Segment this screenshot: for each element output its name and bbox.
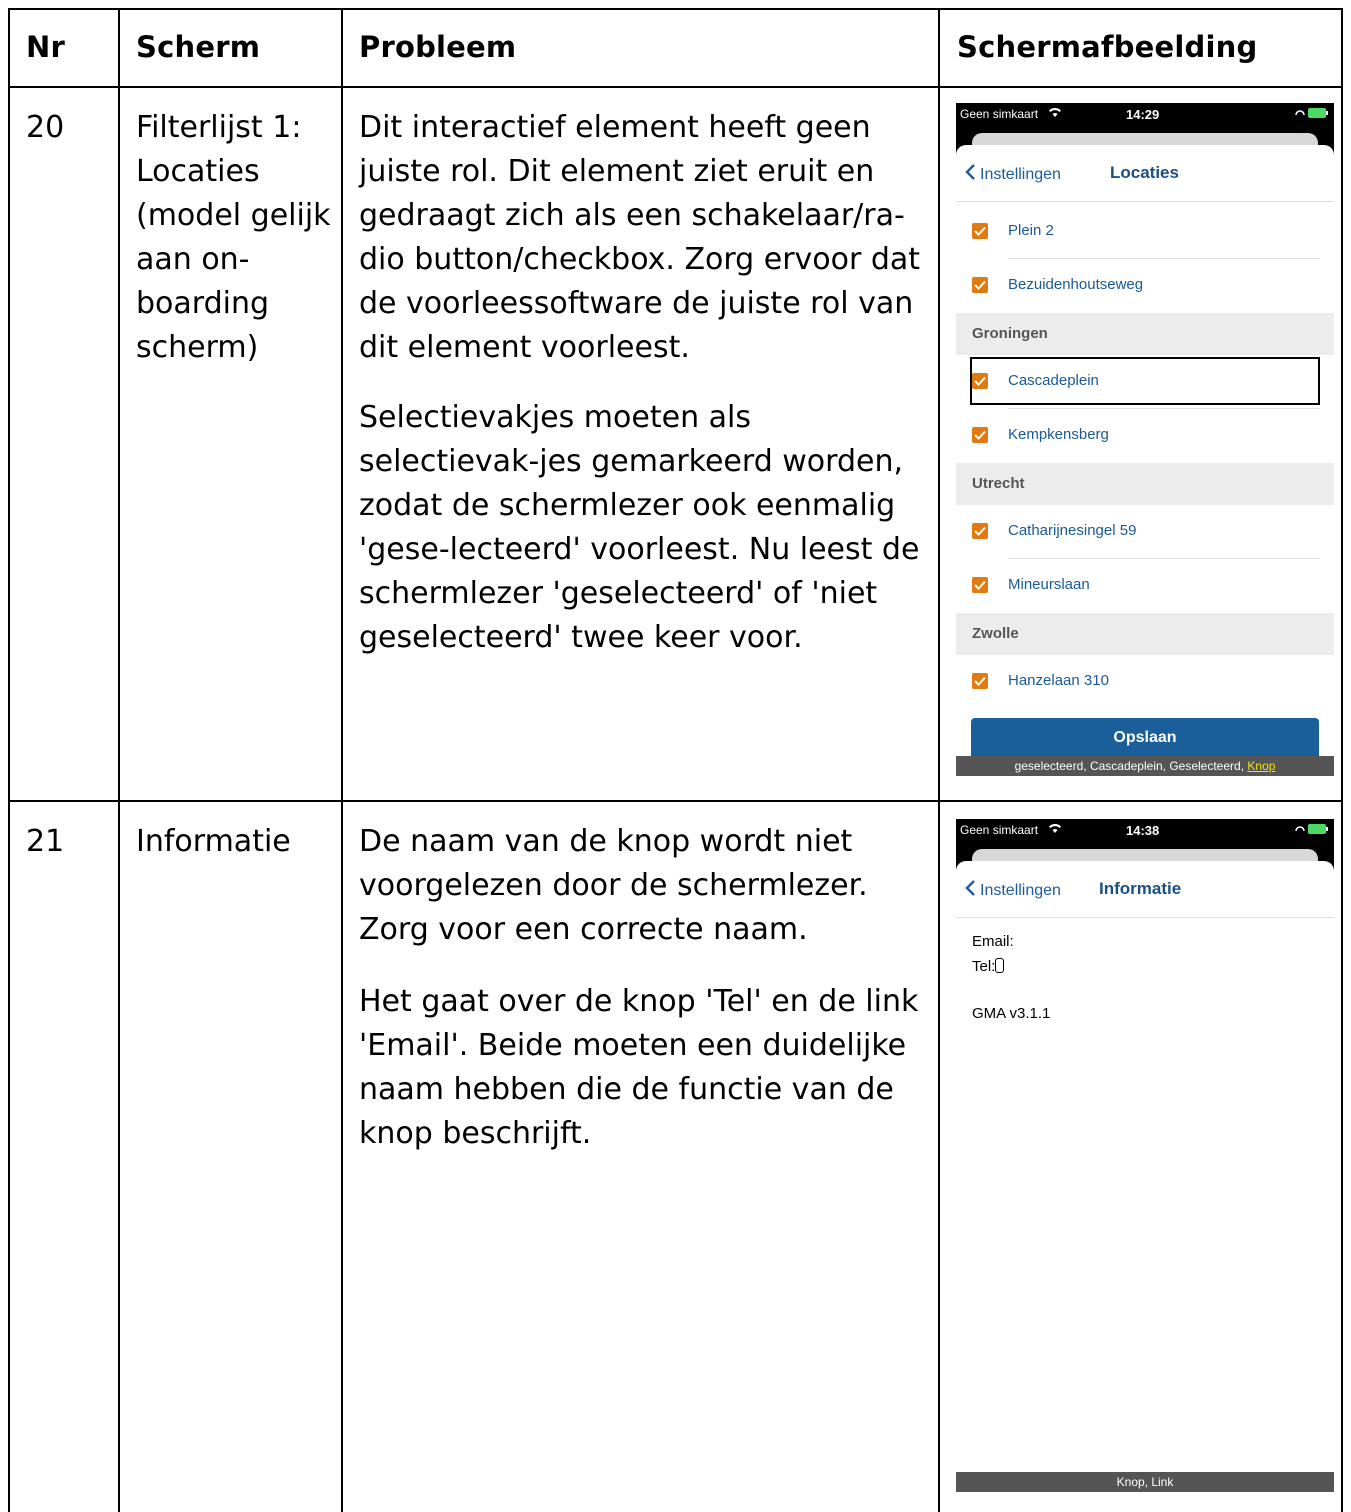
wifi-icon (1048, 822, 1062, 837)
back-label: Instellingen (980, 165, 1061, 183)
status-bar: Geen simkaart 14:29 (956, 103, 1334, 133)
tel-button[interactable]: Tel: (972, 958, 1005, 975)
page-title: Informatie (1099, 879, 1182, 898)
page-title: Locaties (1110, 163, 1179, 182)
save-button[interactable]: Opslaan (971, 718, 1319, 758)
row-screen-name: Filterlijst 1: Locaties (model gelijk aa… (136, 110, 331, 365)
location-row[interactable]: Bezuidenhoutseweg (956, 259, 1334, 313)
battery-icon (1294, 822, 1330, 839)
problem-paragraph-2: Het gaat over de knop 'Tel' en de link '… (359, 984, 919, 1151)
location-row[interactable]: Catharijnesingel 59 (956, 505, 1334, 559)
checkbox-checked-icon[interactable] (972, 277, 988, 293)
header-probleem: Probleem (359, 30, 517, 64)
voiceover-caption: Knop, Link (956, 1472, 1334, 1492)
voiceover-highlight: Knop (1247, 759, 1276, 773)
location-label: Catharijnesingel 59 (1008, 522, 1137, 539)
carrier-label: Geen simkaart (960, 107, 1039, 121)
status-time: 14:38 (1126, 823, 1160, 838)
header-scherm: Scherm (136, 30, 261, 64)
problem-paragraph-1: Dit interactief element heeft geen juist… (359, 110, 921, 365)
location-row[interactable]: Mineurslaan (956, 559, 1334, 613)
problem-paragraph-2: Selectievakjes moeten als selectievak-je… (359, 400, 920, 655)
location-label: Mineurslaan (1008, 576, 1090, 593)
email-link[interactable]: Email: (972, 933, 1014, 950)
locations-list: Plein 2 Bezuidenhoutseweg Groningen Cascade… (956, 205, 1334, 709)
col-divider-2 (341, 8, 343, 1512)
checkbox-checked-icon[interactable] (972, 223, 988, 239)
voiceover-caption: geselecteerd, Cascadeplein, Geselecteerd… (956, 756, 1334, 776)
checkbox-checked-icon[interactable] (972, 523, 988, 539)
checkbox-checked-icon[interactable] (972, 577, 988, 593)
location-label: Plein 2 (1008, 222, 1054, 239)
wifi-icon (1048, 106, 1062, 121)
location-label: Bezuidenhoutseweg (1008, 276, 1144, 293)
row-nr: 20 (26, 110, 65, 145)
header-nr: Nr (26, 30, 65, 64)
carrier-label: Geen simkaart (960, 823, 1039, 837)
locations-sheet: Instellingen Locaties Plein 2 Bezuidenhou… (956, 145, 1334, 776)
header-schermafbeelding: Schermafbeelding (957, 30, 1258, 64)
battery-icon (1294, 106, 1330, 123)
tel-label: Tel: (972, 958, 996, 975)
chevron-left-icon (964, 879, 976, 902)
back-label: Instellingen (980, 881, 1061, 899)
screenshot-locaties: Geen simkaart 14:29 Instellingen Locatie… (956, 103, 1334, 776)
app-version: GMA v3.1.1 (972, 1005, 1051, 1022)
chevron-left-icon (964, 163, 976, 186)
checkbox-checked-icon[interactable] (972, 673, 988, 689)
table-border-right (1341, 8, 1343, 1512)
location-row[interactable]: Plein 2 (956, 205, 1334, 259)
row-divider (8, 800, 1343, 802)
location-row[interactable]: Cascadeplein (956, 355, 1334, 409)
col-divider-3 (938, 8, 940, 1512)
back-button[interactable]: Instellingen (964, 163, 1061, 186)
voiceover-focus-ring (970, 357, 1320, 405)
status-bar: Geen simkaart 14:38 (956, 819, 1334, 849)
row-nr: 21 (26, 824, 65, 859)
table-border-top (8, 8, 1343, 10)
screenshot-informatie: Geen simkaart 14:38 Instellingen Informa… (956, 819, 1334, 1492)
back-button[interactable]: Instellingen (964, 879, 1061, 902)
location-row[interactable]: Hanzelaan 310 (956, 655, 1334, 709)
nav-bar: Instellingen Informatie (956, 861, 1334, 918)
nav-bar: Instellingen Locaties (956, 145, 1334, 202)
problem-paragraph-1: De naam van de knop wordt niet voorgelez… (359, 824, 868, 947)
info-sheet: Instellingen Informatie Email: Tel: GMA … (956, 861, 1334, 1492)
section-header: Utrecht (956, 463, 1334, 505)
row-screen-name: Informatie (136, 824, 291, 859)
header-divider (8, 86, 1343, 88)
status-time: 14:29 (1126, 107, 1160, 122)
section-header: Zwolle (956, 613, 1334, 655)
table-border-left (8, 8, 10, 1512)
checkbox-checked-icon[interactable] (972, 427, 988, 443)
voiceover-text: geselecteerd, Cascadeplein, Geselecteerd… (1014, 759, 1245, 773)
location-row[interactable]: Kempkensberg (956, 409, 1334, 463)
phone-icon (995, 958, 1005, 973)
section-header: Groningen (956, 313, 1334, 355)
location-label: Kempkensberg (1008, 426, 1109, 443)
col-divider-1 (118, 8, 120, 1512)
location-label: Hanzelaan 310 (1008, 672, 1109, 689)
